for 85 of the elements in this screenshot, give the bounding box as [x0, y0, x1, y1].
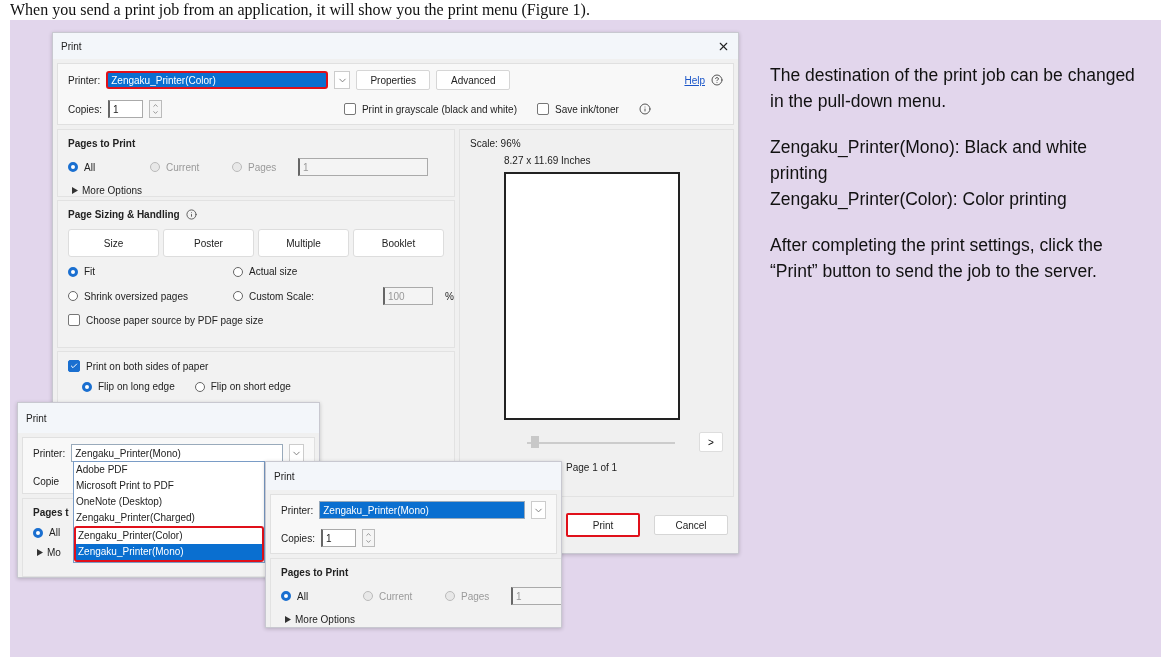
printer-select[interactable]: Zengaku_Printer(Color) [106, 71, 329, 89]
note-text: Zengaku_Printer(Color): Color printing [770, 188, 1068, 212]
expand-icon [72, 187, 78, 194]
radio-label: Current [166, 161, 200, 173]
mode-button[interactable]: Size [68, 229, 159, 257]
checkbox[interactable] [537, 103, 549, 115]
down-icon [364, 538, 372, 545]
checkbox-label: Print on both sides of paper [86, 360, 209, 372]
copies-field[interactable]: 1 [320, 529, 356, 547]
radio-label: Fit [84, 266, 96, 277]
mode-button[interactable]: Multiple [258, 229, 349, 257]
printer-label: Printer: [68, 74, 101, 86]
help-icon[interactable] [711, 74, 723, 86]
radio-button[interactable] [233, 291, 243, 301]
radio-button[interactable] [68, 266, 78, 277]
radio-label: Pages [461, 590, 490, 602]
checkbox-label: Print in grayscale (black and white) [361, 103, 517, 115]
copies-label: Copie [33, 476, 60, 487]
note-text: The destination of the print job can be changed in the pull-down menu. [770, 64, 1136, 113]
copies-label: Copies: [68, 103, 102, 115]
help-link[interactable]: Help [684, 74, 705, 86]
checkbox[interactable] [68, 360, 80, 372]
radio-label: Actual size [249, 266, 298, 277]
radio-label: All [49, 527, 61, 538]
radio-button[interactable] [194, 381, 205, 392]
next-page-button[interactable]: > [699, 432, 723, 452]
dialog-button[interactable]: Print [566, 513, 640, 537]
radio-label: Shrink oversized pages [84, 290, 188, 302]
window-title: Print [274, 470, 295, 482]
window-title: Print [61, 40, 82, 52]
check-icon [70, 362, 78, 370]
radio-button[interactable] [68, 291, 78, 301]
section-title: Pages t [33, 507, 69, 518]
printer-select[interactable]: Zengaku_Printer(Mono) [319, 501, 525, 519]
info-icon[interactable] [638, 103, 651, 115]
expand-icon [285, 616, 291, 623]
radio-label: All [84, 161, 96, 173]
more-options-link[interactable]: More Options [82, 185, 143, 196]
note-text: Zengaku_Printer(Mono): Black and white printing [770, 136, 1089, 185]
printer-label: Printer: [281, 504, 314, 516]
mode-button[interactable]: Booklet [353, 229, 444, 257]
printer-select[interactable]: Zengaku_Printer(Mono) [71, 444, 283, 462]
more-options-link[interactable]: Mo [47, 547, 61, 558]
radio-button[interactable] [233, 266, 243, 277]
section-title: Pages to Print [68, 138, 136, 149]
section-title: Pages to Print [281, 567, 349, 578]
copies-label: Copies: [281, 532, 315, 544]
dialog-button[interactable]: Advanced [436, 70, 511, 90]
more-options-link[interactable]: More Options [295, 614, 356, 625]
info-icon[interactable] [185, 209, 197, 220]
window-title: Print [26, 412, 47, 424]
radio-button[interactable] [281, 591, 291, 601]
expand-icon [37, 549, 43, 556]
radio-button[interactable] [82, 381, 92, 392]
mode-button[interactable]: Poster [163, 229, 254, 257]
page-count-text: Page 1 of 1 [566, 462, 619, 473]
page-slider[interactable] [527, 436, 675, 448]
checkbox[interactable] [68, 314, 80, 326]
scale-text: Scale: 96% [470, 138, 522, 149]
down-icon [151, 109, 159, 116]
percent-label: % [445, 290, 454, 302]
dialog-button[interactable]: Cancel [654, 515, 728, 535]
copies-field[interactable]: 1 [107, 100, 143, 118]
radio-label: Flip on short edge [210, 381, 291, 392]
caption-text: When you send a print job from an application, it will show you the print menu (Figure 1). [9, 0, 591, 20]
radio-label: Current [379, 590, 413, 602]
paper-size-text: 8.27 x 11.69 Inches [504, 155, 592, 166]
dialog-button[interactable]: Properties [356, 70, 431, 90]
printer-option[interactable]: Zengaku_Printer(Mono) [74, 544, 264, 562]
checkbox-label: Choose paper source by PDF page size [86, 314, 264, 326]
radio-label: Flip on long edge [98, 381, 175, 392]
section-title: Page Sizing & Handling [68, 209, 180, 220]
checkbox-label: Save ink/toner [555, 103, 619, 115]
printer-label: Printer: [33, 447, 66, 459]
checkbox[interactable] [343, 103, 356, 115]
radio-button[interactable] [68, 162, 78, 172]
printer-option[interactable]: Zengaku_Printer(Color) [74, 526, 264, 544]
radio-label: All [297, 590, 309, 602]
radio-label: Custom Scale: [249, 290, 315, 302]
radio-label: Pages [248, 161, 277, 173]
up-icon [364, 531, 372, 538]
up-icon [151, 102, 159, 109]
radio-button[interactable] [33, 527, 43, 538]
note-text: After completing the print settings, click the “Print” button to send the job to the server. [770, 234, 1104, 283]
slider-thumb[interactable] [531, 436, 539, 448]
